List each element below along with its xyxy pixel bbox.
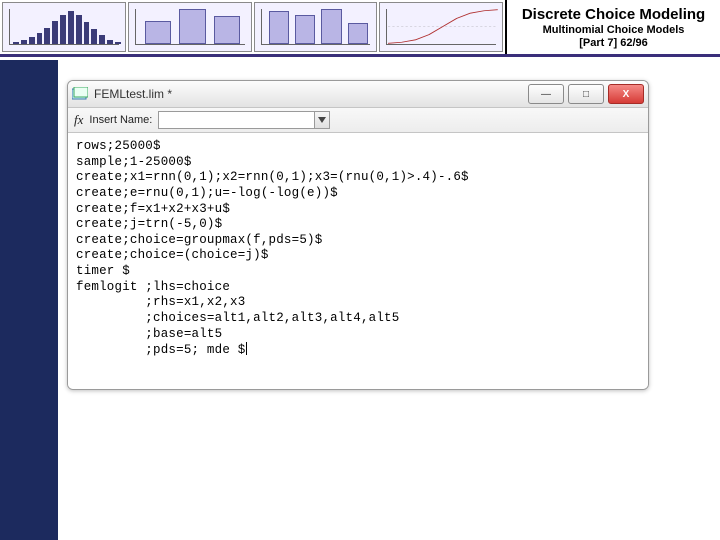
formula-toolbar: fx Insert Name:: [68, 108, 648, 133]
thumb-histogram: [2, 2, 126, 52]
thumb-bars-4: [254, 2, 378, 52]
editor-window: FEMLtest.lim * — □ X fx Insert Name: row…: [67, 80, 649, 390]
maximize-button[interactable]: □: [568, 84, 604, 104]
app-icon: [72, 87, 88, 101]
name-combobox[interactable]: [158, 111, 330, 129]
code-area[interactable]: rows;25000$ sample;1-25000$ create;x1=rn…: [68, 133, 648, 389]
slide-part-label: [Part 7] 62/96: [579, 37, 647, 49]
close-button[interactable]: X: [608, 84, 644, 104]
slide-subtitle: Multinomial Choice Models: [543, 24, 685, 36]
left-navy-column: [0, 60, 58, 540]
code-text[interactable]: rows;25000$ sample;1-25000$ create;x1=rn…: [76, 139, 640, 359]
title-block: Discrete Choice Modeling Multinomial Cho…: [505, 0, 720, 54]
chart-thumbnails: [0, 0, 505, 54]
window-titlebar[interactable]: FEMLtest.lim * — □ X: [68, 81, 648, 108]
fx-label[interactable]: fx: [74, 112, 83, 128]
window-title: FEMLtest.lim *: [94, 87, 528, 101]
name-input[interactable]: [159, 113, 314, 127]
thumb-logistic-curve: [379, 2, 503, 52]
insert-name-label: Insert Name:: [89, 114, 152, 126]
chevron-down-icon[interactable]: [314, 112, 329, 128]
minimize-button[interactable]: —: [528, 84, 564, 104]
thumb-bars-3: [128, 2, 252, 52]
slide-title: Discrete Choice Modeling: [522, 6, 705, 23]
slide-header: Discrete Choice Modeling Multinomial Cho…: [0, 0, 720, 57]
